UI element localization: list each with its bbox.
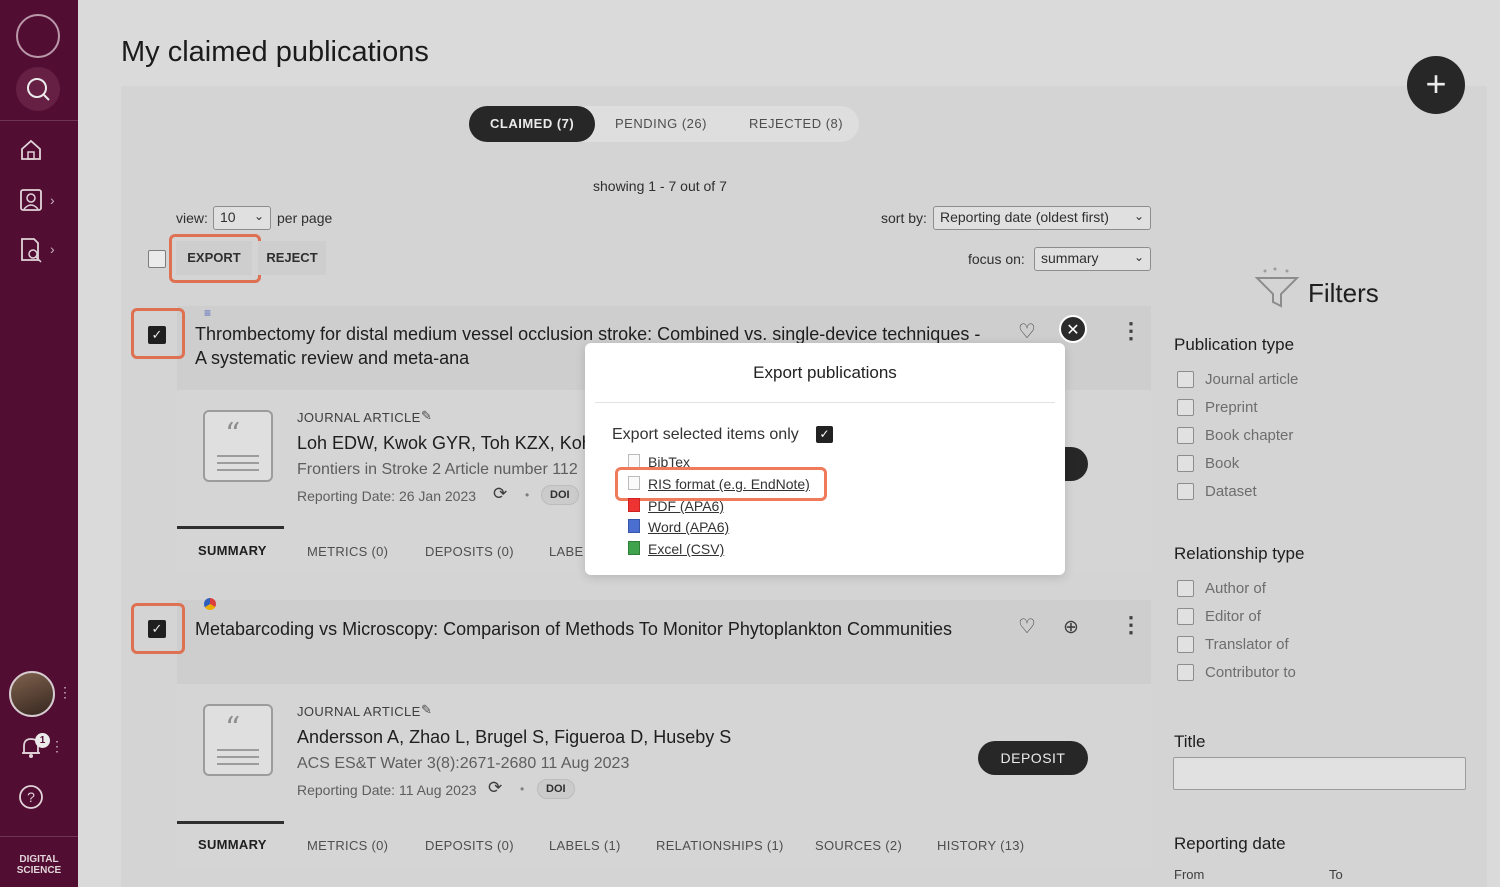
export-pdf-link[interactable]: PDF (APA6) [648,498,724,514]
export-selected-checkbox[interactable]: ✓ [816,426,833,443]
close-icon[interactable]: ✕ [1059,315,1087,343]
pdf-file-icon [628,498,640,512]
export-excel-link[interactable]: Excel (CSV) [648,541,724,557]
export-word-link[interactable]: Word (APA6) [648,519,729,535]
text-file-icon [628,454,640,468]
export-modal: Export publications Export selected item… [585,343,1065,575]
modal-divider [595,402,1055,403]
ris-highlight [615,467,827,501]
export-selected-label: Export selected items only [612,426,799,443]
word-file-icon [628,519,640,533]
export-modal-title: Export publications [753,363,897,382]
excel-file-icon [628,541,640,555]
